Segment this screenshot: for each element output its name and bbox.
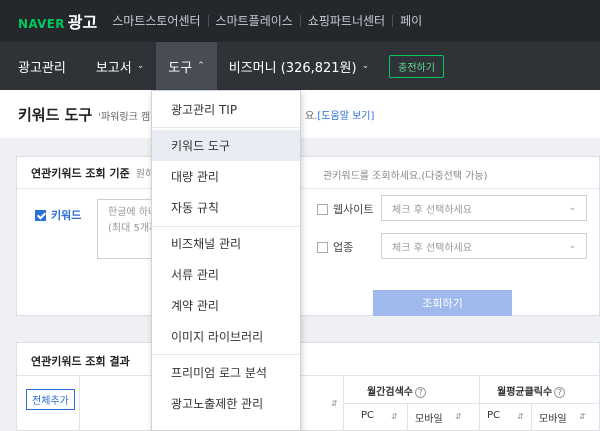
menu-reports[interactable]: 보고서 ⌄: [84, 42, 156, 90]
smartstore-center-link[interactable]: 스마트스토어센터: [105, 15, 207, 27]
dropdown-item-label: 비즈채널 관리: [171, 237, 242, 251]
sort-icon[interactable]: ⇵: [579, 412, 586, 421]
dropdown-item-label: 프리미엄 로그 분석: [171, 366, 267, 380]
dropdown-item-premium-log-analysis[interactable]: 프리미엄 로그 분석: [152, 357, 300, 388]
menu-ad-management-label: 광고관리: [18, 60, 66, 76]
header-divider: [343, 403, 600, 404]
smartplace-link[interactable]: 스마트플레이스: [207, 15, 300, 27]
column-divider: [79, 376, 80, 431]
search-mobile-header[interactable]: 모바일: [415, 410, 443, 425]
dropdown-item-image-library[interactable]: 이미지 라이브러리: [152, 321, 300, 352]
chevron-up-icon: ⌃: [197, 61, 205, 71]
search-pc-header[interactable]: PC: [361, 410, 374, 421]
dropdown-item-bulk-management[interactable]: 대량 관리: [152, 161, 300, 192]
dropdown-item-keyword-tool[interactable]: 키워드 도구: [152, 130, 300, 161]
search-button[interactable]: 조회하기: [373, 290, 512, 316]
monthly-clicks-header: 월평균클릭수?: [497, 383, 566, 398]
menu-ad-management[interactable]: 광고관리: [18, 42, 78, 90]
sort-icon[interactable]: ⇵: [391, 412, 398, 421]
menu-tools-label: 도구: [168, 60, 193, 76]
dropdown-item-label: 키워드 도구: [171, 139, 231, 153]
industry-label: 업종: [333, 241, 354, 254]
help-icon[interactable]: ?: [415, 387, 426, 398]
main-menu-bar: 광고관리 보고서 ⌄ 도구 ⌃ 비즈머니 (326,821원) ⌄ 충전하기: [0, 42, 600, 90]
dropdown-item-label: 자동 규칙: [171, 201, 219, 215]
menu-reports-label: 보고서: [95, 60, 132, 76]
dropdown-item-ad-tip[interactable]: 광고관리 TIP: [152, 94, 300, 125]
chevron-down-icon: ⌄: [568, 241, 576, 251]
monthly-search-label: 월간검색수: [367, 387, 413, 398]
page-title-row: 키워드 도구 '파워링크 캠페: [18, 104, 159, 125]
dropdown-item-label: 이미지 라이브러리: [171, 330, 264, 344]
column-divider: [531, 404, 532, 431]
table-top-border: [17, 375, 600, 376]
menu-bizmoney[interactable]: 비즈머니 (326,821원) ⌄: [217, 42, 381, 90]
related-keyword-results-panel: 연관키워드 조회 결과 전체추가 ⇵ 월간검색수? 월평균클릭수? PC ⇵ 모…: [16, 342, 600, 431]
website-option[interactable]: 웹사이트: [317, 201, 373, 217]
keyword-checkbox-row[interactable]: 키워드: [35, 207, 81, 223]
naver-logo-text: NAVER: [18, 17, 65, 31]
sort-icon[interactable]: ⇵: [517, 412, 524, 421]
page-title: 키워드 도구: [18, 106, 93, 124]
dropdown-item-label: 계약 관리: [171, 299, 219, 313]
dropdown-item-label: 광고노출제한 관리: [171, 397, 264, 411]
help-prefix: 요.: [305, 111, 318, 122]
clicks-pc-header[interactable]: PC: [487, 410, 500, 421]
industry-select[interactable]: 체크 후 선택하세요 ⌄: [381, 233, 587, 259]
chevron-down-icon: ⌄: [136, 61, 145, 71]
help-text: 요.[도움말 보기]: [305, 107, 374, 122]
clicks-mobile-header[interactable]: 모바일: [539, 410, 567, 425]
sort-icon[interactable]: ⇵: [331, 399, 338, 408]
chevron-down-icon: ⌄: [568, 203, 576, 213]
help-icon[interactable]: ?: [554, 387, 566, 398]
criteria-panel-header: 연관키워드 조회 기준 원하: [17, 157, 599, 189]
industry-checkbox[interactable]: [317, 241, 328, 253]
website-checkbox[interactable]: [317, 203, 328, 215]
column-divider: [407, 404, 408, 431]
dropdown-divider: [152, 127, 300, 128]
dropdown-item-label: 광고관리 TIP: [171, 103, 238, 117]
dropdown-divider: [152, 354, 300, 355]
dropdown-divider: [152, 226, 300, 227]
dropdown-item-bizchannel-management[interactable]: 비즈채널 관리: [152, 228, 300, 259]
dropdown-item-ad-exposure-limit[interactable]: 광고노출제한 관리: [152, 388, 300, 419]
industry-option[interactable]: 업종: [317, 239, 353, 255]
industry-select-placeholder: 체크 후 선택하세요: [392, 242, 472, 254]
naver-ad-logo[interactable]: NAVER 광고: [18, 9, 97, 33]
criteria-panel-note-tail: 관키워드를 조회하세요.(다중선택 가능): [323, 171, 488, 182]
menu-tools[interactable]: 도구 ⌃: [156, 42, 217, 90]
dropdown-item-label: 서류 관리: [171, 268, 219, 282]
menu-bizmoney-label: 비즈머니 (326,821원): [228, 60, 357, 76]
sort-icon[interactable]: ⇵: [455, 412, 462, 421]
dropdown-item-contract-management[interactable]: 계약 관리: [152, 290, 300, 321]
keyword-label: 키워드: [51, 209, 82, 222]
monthly-clicks-label: 월평균클릭수: [497, 387, 553, 398]
website-select-placeholder: 체크 후 선택하세요: [392, 204, 472, 216]
chevron-down-icon: ⌄: [361, 61, 370, 71]
dropdown-item-document-management[interactable]: 서류 관리: [152, 259, 300, 290]
related-keyword-criteria-panel: 연관키워드 조회 기준 원하 관키워드를 조회하세요.(다중선택 가능) 키워드…: [16, 156, 600, 316]
website-select[interactable]: 체크 후 선택하세요 ⌄: [381, 195, 587, 221]
ad-logo-text: 광고: [67, 13, 98, 32]
results-panel-title: 연관키워드 조회 결과: [31, 355, 130, 368]
website-label: 웹사이트: [333, 203, 374, 216]
add-all-button[interactable]: 전체추가: [26, 389, 75, 410]
shopping-partner-center-link[interactable]: 쇼핑파트너센터: [299, 15, 392, 27]
tools-dropdown-menu: 광고관리 TIP 키워드 도구 대량 관리 자동 규칙 비즈채널 관리 서류 관…: [151, 90, 301, 431]
pay-link[interactable]: 페이: [392, 15, 429, 27]
keyword-checkbox[interactable]: [35, 209, 46, 221]
dropdown-item-auto-rules[interactable]: 자동 규칙: [152, 192, 300, 223]
top-bar: NAVER 광고 스마트스토어센터 스마트플레이스 쇼핑파트너센터 페이: [0, 0, 600, 42]
dropdown-item-label: 대량 관리: [171, 170, 219, 184]
monthly-search-header: 월간검색수?: [367, 383, 426, 398]
help-link[interactable]: [도움말 보기]: [317, 111, 374, 122]
criteria-panel-title: 연관키워드 조회 기준: [31, 166, 130, 180]
charge-button[interactable]: 충전하기: [389, 54, 444, 78]
